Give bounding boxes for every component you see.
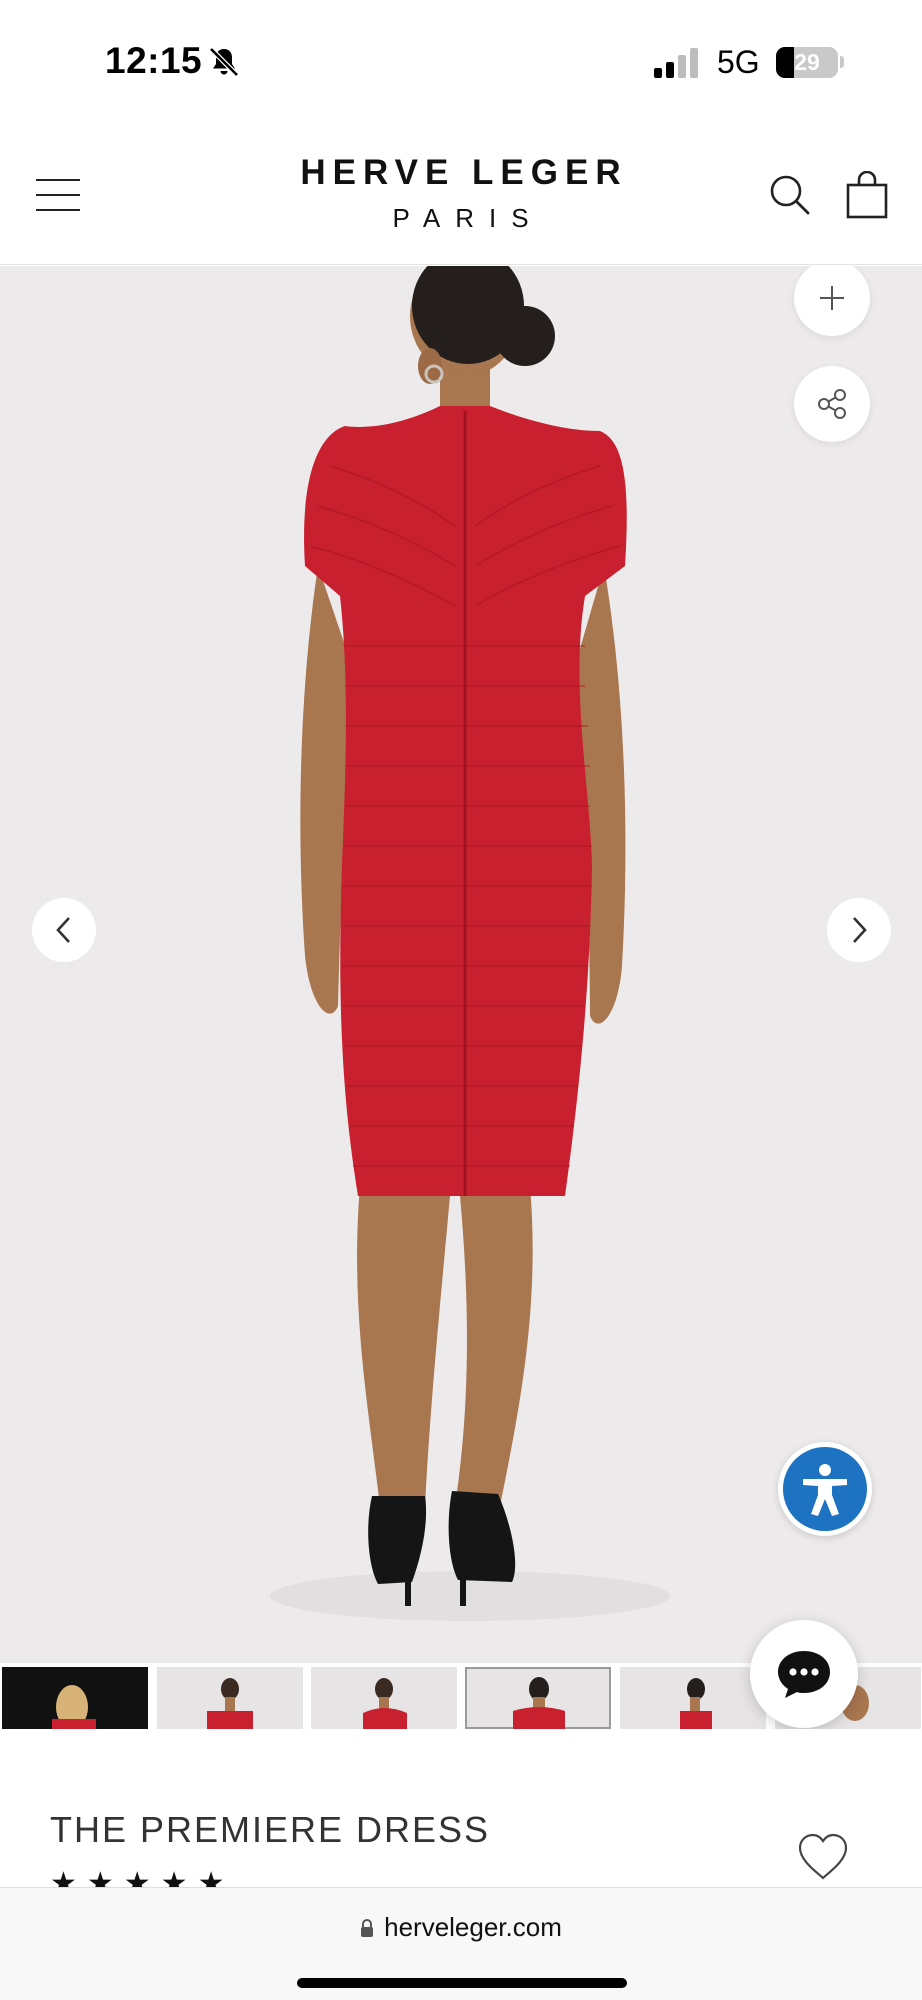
thumbnail-2[interactable] (157, 1667, 303, 1729)
home-indicator[interactable] (297, 1978, 627, 1988)
product-gallery[interactable] (0, 266, 922, 1663)
bell-muted-icon (209, 47, 239, 77)
thumbnail-1[interactable] (2, 1667, 148, 1729)
thumbnail-image (363, 1678, 407, 1729)
thumbnail-4[interactable] (465, 1667, 611, 1729)
lock-icon (361, 1919, 374, 1937)
chat-button[interactable] (750, 1620, 858, 1728)
battery-icon: 29 (776, 47, 838, 78)
plus-icon (820, 286, 844, 310)
thumbnail-image (680, 1678, 712, 1729)
thumbnail-5[interactable] (620, 1667, 766, 1729)
product-info: THE PREMIERE DRESS ★★★★★ (0, 1729, 922, 1887)
network-type: 5G (717, 44, 760, 80)
share-button[interactable] (794, 366, 870, 442)
thumbnail-image (513, 1677, 565, 1729)
search-icon[interactable] (768, 173, 812, 217)
battery-percent: 29 (794, 49, 820, 75)
url-text: herveleger.com (384, 1912, 562, 1942)
product-image (270, 266, 670, 1621)
status-time: 12:15 (105, 40, 203, 81)
chevron-left-icon (56, 917, 70, 943)
heart-icon[interactable] (796, 1831, 850, 1883)
browser-address-bar[interactable]: herveleger.com (0, 1887, 922, 2000)
accessibility-button[interactable] (778, 1442, 872, 1536)
thumbnail-image (52, 1685, 96, 1729)
url-display[interactable]: herveleger.com (0, 1912, 922, 1943)
next-image-button[interactable] (827, 898, 891, 962)
status-bar: 12:15 5G 29 (0, 0, 922, 125)
thumbnail-image (207, 1678, 253, 1729)
cellular-signal-icon (654, 48, 698, 78)
share-icon (818, 389, 846, 419)
battery-cap (840, 56, 844, 68)
product-title: THE PREMIERE DRESS (50, 1809, 491, 1850)
accessibility-icon (803, 1464, 847, 1516)
thumbnail-3[interactable] (311, 1667, 457, 1729)
product-rating[interactable]: ★★★★★ (50, 1869, 234, 1888)
chevron-right-icon (853, 917, 867, 943)
shopping-bag-icon[interactable] (844, 171, 890, 219)
previous-image-button[interactable] (32, 898, 96, 962)
accessibility-icon-bg (783, 1447, 867, 1531)
chat-bubble-icon (778, 1651, 830, 1698)
site-header: HERVE LEGER PARIS (0, 125, 922, 265)
